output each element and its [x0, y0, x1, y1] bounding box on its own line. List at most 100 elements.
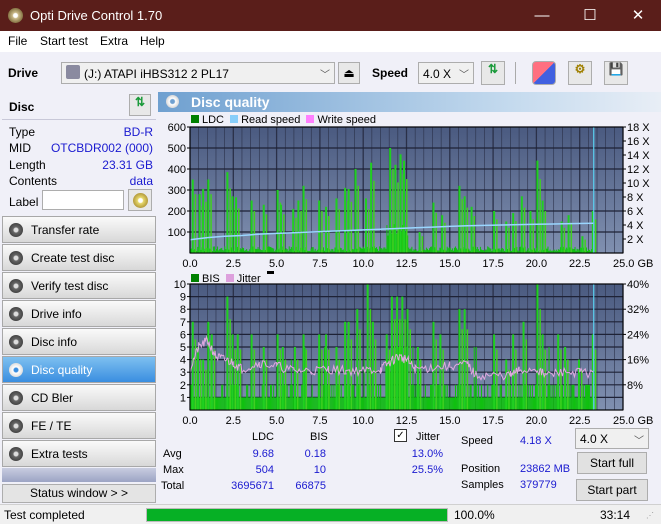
bar [445, 397, 447, 410]
bar [448, 397, 450, 410]
bar-peak [344, 187, 347, 253]
refresh-button[interactable]: ⇅ [481, 61, 505, 85]
nav-verify-test-disc[interactable]: Verify test disc [2, 272, 156, 299]
bar [566, 397, 568, 410]
bis-chart: 12345678910 8% 16% 24% 32% 40% 0.0 2.5 5.0 7.5 10.… [174, 279, 654, 425]
nav-disc-info[interactable]: Disc info [2, 328, 156, 355]
nav-disc-quality[interactable]: Disc quality [2, 356, 156, 383]
bar-peak [515, 349, 517, 410]
bar [220, 397, 222, 410]
nav-extra-tests[interactable]: Extra tests [2, 440, 156, 467]
disc-refresh-button[interactable]: ⇅ [129, 94, 151, 116]
bar [288, 397, 290, 410]
bar [271, 384, 273, 410]
menu-file[interactable]: File [8, 34, 27, 48]
bar [248, 397, 250, 410]
bar [311, 384, 313, 410]
main-panel: Disc quality LDC Read speed Write speed … [158, 90, 661, 504]
bar [324, 347, 326, 410]
bar [511, 397, 513, 410]
jitter-checkbox[interactable]: ✓ [394, 429, 407, 442]
settings-button[interactable]: ⚙ [568, 61, 592, 85]
bar [452, 397, 454, 410]
minimize-button[interactable]: — [519, 0, 565, 31]
bar-peak [374, 339, 377, 410]
y-tick-label: 10 [174, 279, 186, 291]
y2-tick-label: 32% [627, 304, 649, 316]
bar [377, 249, 379, 253]
bar [549, 249, 551, 253]
bar-peak [567, 215, 570, 253]
max-bis: 10 [313, 464, 326, 476]
bar [531, 384, 533, 410]
bar [426, 397, 428, 410]
bar-peak [522, 321, 525, 410]
bar-peak [458, 309, 461, 410]
bar [430, 384, 432, 410]
close-button[interactable]: ✕ [615, 0, 661, 31]
bar [437, 384, 439, 410]
nav-cd-bler[interactable]: CD Bler [2, 384, 156, 411]
bar [412, 347, 414, 410]
label-input[interactable] [42, 190, 124, 210]
x-tick-label: 12.5 [396, 258, 417, 268]
bar [457, 384, 459, 410]
nav-drive-info[interactable]: Drive info [2, 300, 156, 327]
bar [228, 397, 230, 410]
test-speed-select[interactable]: 4.0 X ﹀ [575, 428, 649, 449]
erase-button[interactable] [532, 61, 556, 85]
start-part-button[interactable]: Start part [576, 479, 648, 501]
bar [485, 249, 487, 253]
label-disc-button[interactable] [128, 189, 152, 211]
drive-select[interactable]: (J:) ATAPI iHBS312 2 PL17 ﹀ [61, 62, 335, 84]
maximize-button[interactable]: ☐ [567, 0, 613, 31]
bar [490, 397, 492, 410]
eject-button[interactable]: ⏏ [338, 62, 360, 84]
status-window-button[interactable]: Status window > > [2, 484, 156, 503]
bar [533, 248, 536, 253]
bar-peak [347, 188, 350, 253]
bar-peak [364, 198, 367, 253]
nav-create-test-disc[interactable]: Create test disc [2, 244, 156, 271]
speed-select[interactable]: 4.0 X ﹀ [418, 62, 474, 84]
bar [224, 397, 226, 410]
bar-peak [239, 349, 242, 410]
col-bis: BIS [310, 431, 328, 443]
nav-fe-te[interactable]: FE / TE [2, 412, 156, 439]
bar [274, 397, 276, 410]
resize-grip-icon[interactable]: ⋰ [646, 511, 654, 520]
bar [488, 247, 490, 253]
bar-peak [404, 319, 406, 410]
bar [309, 397, 311, 410]
bar-peak [403, 160, 406, 253]
bar [456, 397, 458, 410]
bar-peak [399, 154, 402, 253]
menu-extra[interactable]: Extra [100, 34, 128, 48]
bar [374, 248, 377, 253]
bar [547, 246, 549, 253]
drive-icon [66, 65, 80, 79]
bar [553, 249, 555, 253]
bar [413, 249, 415, 253]
bar [295, 397, 298, 410]
menu-start-test[interactable]: Start test [40, 34, 88, 48]
bar [477, 384, 479, 410]
max-label: Max [163, 464, 184, 476]
bar-peak [253, 211, 256, 253]
bar [219, 249, 221, 253]
bar-peak [305, 349, 308, 410]
bar-peak [356, 309, 359, 410]
bar [548, 347, 550, 410]
save-button[interactable]: 💾 [604, 61, 628, 85]
bar [503, 397, 505, 410]
nav-transfer-rate[interactable]: Transfer rate [2, 216, 156, 243]
max-jitter: 25.5% [411, 464, 443, 476]
bar [286, 384, 288, 410]
bar-peak [435, 339, 437, 410]
bar [327, 384, 329, 410]
chevron-down-icon: ﹀ [459, 70, 469, 81]
bar-peak [505, 359, 508, 410]
bar [563, 397, 565, 410]
start-full-button[interactable]: Start full [577, 452, 647, 474]
menu-help[interactable]: Help [140, 34, 165, 48]
